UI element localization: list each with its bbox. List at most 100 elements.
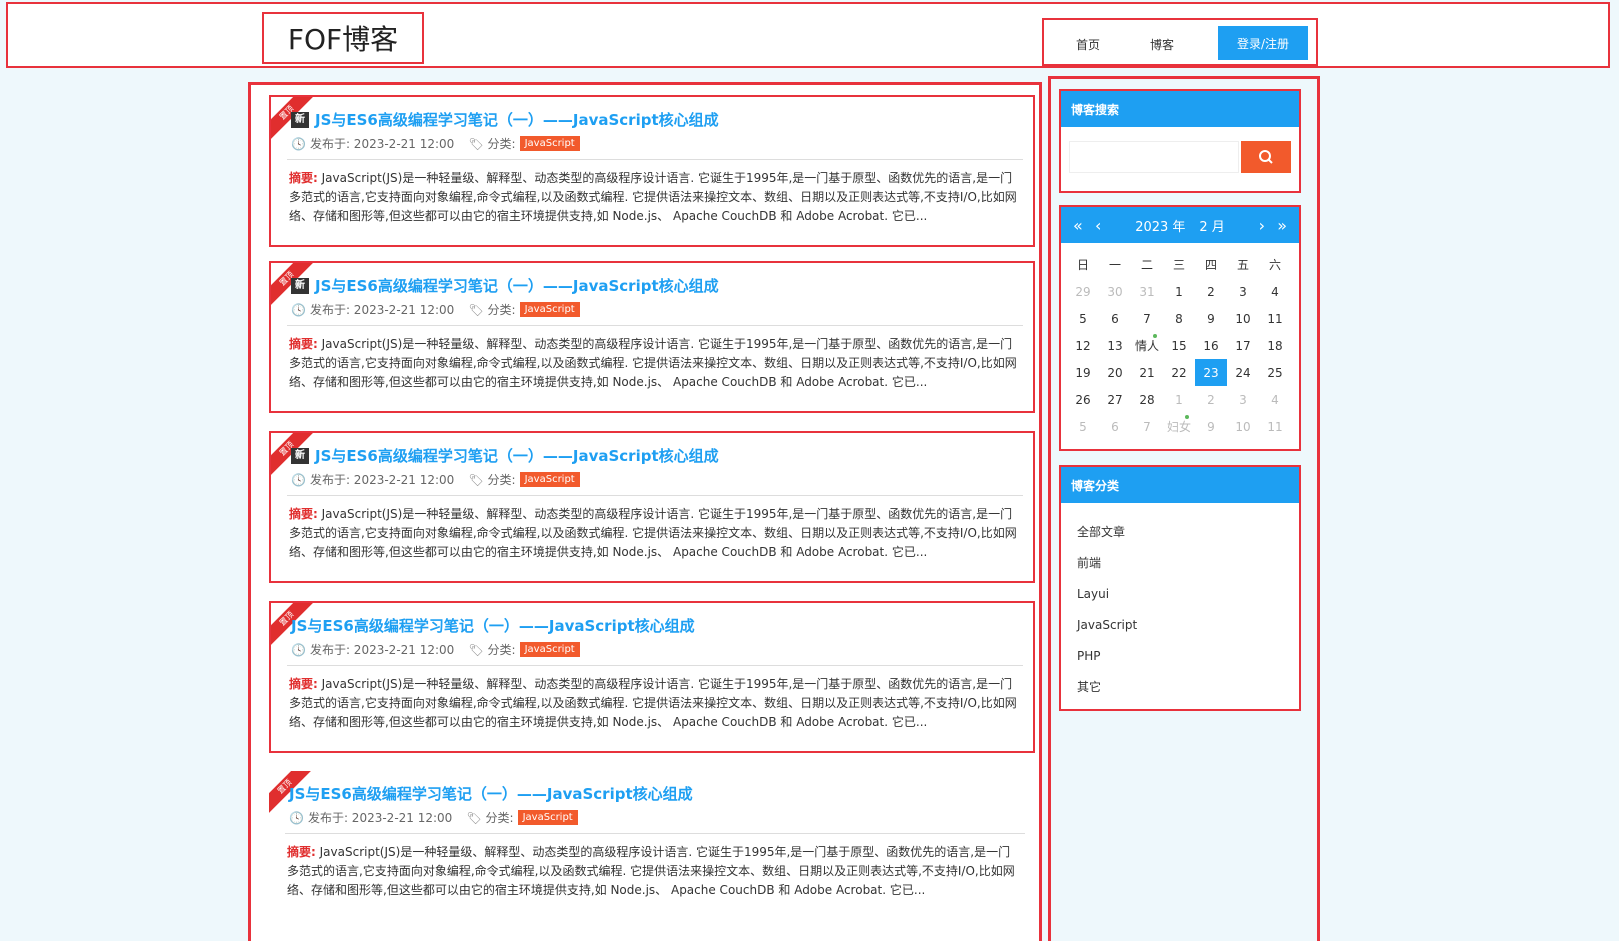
- calendar-day[interactable]: 11: [1259, 413, 1291, 440]
- post-divider: [285, 833, 1025, 834]
- post-category-badge[interactable]: JavaScript: [517, 810, 578, 825]
- category-item[interactable]: 其它: [1077, 672, 1283, 703]
- calendar-day[interactable]: 26: [1067, 386, 1099, 413]
- post-list: 置顶新 JS与ES6高级编程学习笔记（一）——JavaScript核心组成 🕓 发布于…: [248, 82, 1042, 941]
- calendar-day[interactable]: 5: [1067, 305, 1099, 332]
- summary-text: JavaScript(JS)是一种轻量级、解释型、动态类型的高级程序设计语言. …: [289, 677, 1017, 729]
- calendar-day[interactable]: 妇女: [1163, 413, 1195, 440]
- clock-icon: 🕓: [291, 136, 306, 151]
- calendar-weekday: 日: [1076, 258, 1089, 272]
- prev-year-button[interactable]: «: [1069, 216, 1087, 235]
- calendar-day[interactable]: 10: [1227, 413, 1259, 440]
- calendar-day[interactable]: 9: [1195, 413, 1227, 440]
- calendar-day[interactable]: 3: [1227, 386, 1259, 413]
- post-category-badge[interactable]: JavaScript: [519, 642, 580, 657]
- calendar-day[interactable]: 29: [1067, 278, 1099, 305]
- category-item[interactable]: Layui: [1077, 579, 1283, 610]
- calendar-day[interactable]: 27: [1099, 386, 1131, 413]
- summary-label: 摘要:: [289, 507, 318, 521]
- category-list: 全部文章 前端 Layui JavaScript PHP 其它: [1061, 503, 1299, 703]
- calendar-day[interactable]: 3: [1227, 278, 1259, 305]
- post-title-link[interactable]: 新 JS与ES6高级编程学习笔记（一）——JavaScript核心组成: [291, 109, 719, 130]
- calendar-day[interactable]: 20: [1099, 359, 1131, 386]
- calendar-day[interactable]: 6: [1099, 413, 1131, 440]
- summary-text: JavaScript(JS)是一种轻量级、解释型、动态类型的高级程序设计语言. …: [287, 845, 1015, 897]
- calendar-day[interactable]: 16: [1195, 332, 1227, 359]
- calendar-weekday: 六: [1268, 258, 1281, 272]
- calendar-day[interactable]: 17: [1227, 332, 1259, 359]
- calendar-day[interactable]: 15: [1163, 332, 1195, 359]
- post-date: 发布于: 2023-2-21 12:00: [309, 473, 455, 487]
- calendar-day-selected[interactable]: 23: [1195, 359, 1227, 386]
- calendar-day[interactable]: 13: [1099, 332, 1131, 359]
- site-logo[interactable]: FOF博客: [262, 12, 424, 64]
- new-tag: 新: [291, 111, 309, 128]
- search-input[interactable]: [1069, 141, 1239, 173]
- prev-month-button[interactable]: ‹: [1091, 216, 1105, 235]
- calendar-day[interactable]: 2: [1195, 278, 1227, 305]
- post-title[interactable]: JS与ES6高级编程学习笔记（一）——JavaScript核心组成: [315, 275, 719, 296]
- summary-text: JavaScript(JS)是一种轻量级、解释型、动态类型的高级程序设计语言. …: [289, 171, 1017, 223]
- calendar-day[interactable]: 30: [1099, 278, 1131, 305]
- post-title-link[interactable]: 新 JS与ES6高级编程学习笔记（一）——JavaScript核心组成: [291, 445, 719, 466]
- post-meta: 🕓 发布于: 2023-2-21 12:00 🏷 分类: JavaScript: [291, 641, 580, 658]
- calendar-day[interactable]: 6: [1099, 305, 1131, 332]
- category-widget: 博客分类 全部文章 前端 Layui JavaScript PHP 其它: [1059, 465, 1301, 711]
- calendar-day[interactable]: 2: [1195, 386, 1227, 413]
- calendar-day[interactable]: 21: [1131, 359, 1163, 386]
- post-title[interactable]: JS与ES6高级编程学习笔记（一）——JavaScript核心组成: [289, 783, 693, 804]
- calendar-day[interactable]: 1: [1163, 386, 1195, 413]
- post-title-link[interactable]: JS与ES6高级编程学习笔记（一）——JavaScript核心组成: [289, 783, 693, 804]
- category-item[interactable]: JavaScript: [1077, 610, 1283, 641]
- category-item[interactable]: PHP: [1077, 641, 1283, 672]
- post-category-label: 分类:: [485, 811, 514, 825]
- post-category-badge[interactable]: JavaScript: [519, 302, 580, 317]
- post-summary: 摘要: JavaScript(JS)是一种轻量级、解释型、动态类型的高级程序设计…: [289, 169, 1019, 226]
- post-title[interactable]: JS与ES6高级编程学习笔记（一）——JavaScript核心组成: [315, 109, 719, 130]
- calendar-day[interactable]: 1: [1163, 278, 1195, 305]
- post-title-link[interactable]: 新 JS与ES6高级编程学习笔记（一）——JavaScript核心组成: [291, 275, 719, 296]
- clock-icon: 🕓: [291, 642, 306, 657]
- next-month-button[interactable]: ›: [1255, 216, 1269, 235]
- calendar-day[interactable]: 10: [1227, 305, 1259, 332]
- calendar-day[interactable]: 28: [1131, 386, 1163, 413]
- post-title-link[interactable]: JS与ES6高级编程学习笔记（一）——JavaScript核心组成: [291, 615, 695, 636]
- sidebar: 博客搜索 « ‹ 2023 年 2 月 › » 日一二三四五六 29 30 31 1 2 3…: [1048, 76, 1320, 941]
- post-category-badge[interactable]: JavaScript: [519, 472, 580, 487]
- calendar-day[interactable]: 24: [1227, 359, 1259, 386]
- calendar-day[interactable]: 9: [1195, 305, 1227, 332]
- login-register-button[interactable]: 登录/注册: [1218, 26, 1308, 60]
- new-tag: 新: [291, 447, 309, 464]
- post-meta: 🕓 发布于: 2023-2-21 12:00 🏷 分类: JavaScript: [291, 301, 580, 318]
- top-nav: 首页 博客 登录/注册: [1042, 18, 1318, 66]
- calendar-day[interactable]: 12: [1067, 332, 1099, 359]
- calendar-month[interactable]: 2 月: [1199, 216, 1224, 235]
- category-item[interactable]: 全部文章: [1077, 517, 1283, 548]
- post-title[interactable]: JS与ES6高级编程学习笔记（一）——JavaScript核心组成: [315, 445, 719, 466]
- post-category-badge[interactable]: JavaScript: [519, 136, 580, 151]
- calendar-day[interactable]: 5: [1067, 413, 1099, 440]
- post-title[interactable]: JS与ES6高级编程学习笔记（一）——JavaScript核心组成: [291, 615, 695, 636]
- calendar-day[interactable]: 7: [1131, 305, 1163, 332]
- category-item[interactable]: 前端: [1077, 548, 1283, 579]
- calendar-day[interactable]: 11: [1259, 305, 1291, 332]
- calendar-weekday: 五: [1236, 258, 1249, 272]
- calendar-day[interactable]: 25: [1259, 359, 1291, 386]
- calendar-day[interactable]: 31: [1131, 278, 1163, 305]
- calendar-day[interactable]: 7: [1131, 413, 1163, 440]
- next-year-button[interactable]: »: [1273, 216, 1291, 235]
- search-button[interactable]: [1241, 141, 1291, 173]
- nav-home-link[interactable]: 首页: [1076, 36, 1100, 53]
- post-date: 发布于: 2023-2-21 12:00: [309, 303, 455, 317]
- calendar-day[interactable]: 情人: [1131, 332, 1163, 359]
- calendar-day[interactable]: 8: [1163, 305, 1195, 332]
- calendar-day[interactable]: 4: [1259, 278, 1291, 305]
- nav-blog-link[interactable]: 博客: [1150, 36, 1174, 53]
- calendar-day[interactable]: 18: [1259, 332, 1291, 359]
- calendar-day[interactable]: 4: [1259, 386, 1291, 413]
- calendar-year[interactable]: 2023 年: [1135, 216, 1185, 235]
- calendar-day[interactable]: 19: [1067, 359, 1099, 386]
- post-card: 置顶 JS与ES6高级编程学习笔记（一）——JavaScript核心组成 🕓 发布于:…: [269, 771, 1035, 923]
- post-category-label: 分类:: [487, 473, 516, 487]
- calendar-day[interactable]: 22: [1163, 359, 1195, 386]
